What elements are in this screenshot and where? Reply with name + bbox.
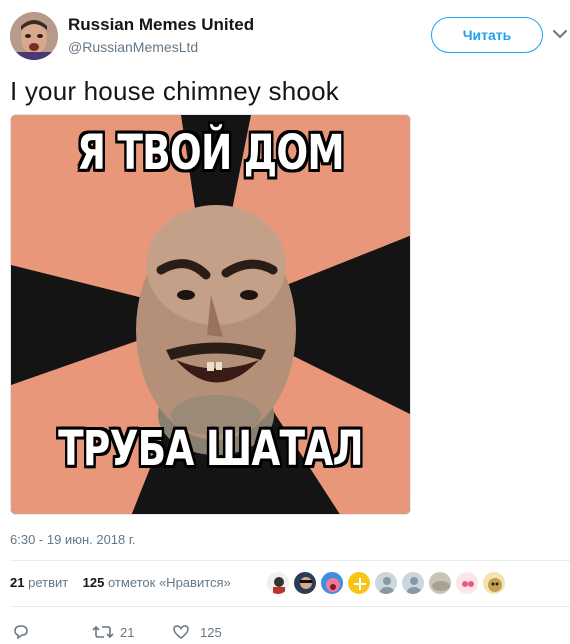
tweet-text: I your house chimney shook [10,76,339,106]
divider [10,560,570,561]
meme-top-text: Я ТВОЙ ДОМ [77,125,345,181]
account-handle[interactable]: @RussianMemesLtd [68,39,198,55]
account-name[interactable]: Russian Memes United [68,15,254,35]
tweet-image[interactable]: Я ТВОЙ ДОМ ТРУБА ШАТАЛ [10,114,411,515]
reply-button[interactable] [12,620,30,644]
reply-icon [14,625,28,640]
liker-avatar[interactable] [266,571,290,595]
liker-avatar[interactable] [293,571,317,595]
liker-avatar[interactable] [320,571,344,595]
retweet-count: 21 [120,624,135,640]
tweet-actions: 21 125 [10,620,570,644]
tweet-timestamp[interactable]: 6:30 - 19 июн. 2018 г. [10,532,136,547]
tweet-stats: 21 ретвит 125 отметок «Нравится» [10,575,231,590]
tweet-header: Russian Memes United @RussianMemesLtd Чи… [10,10,567,60]
like-count: 125 [200,624,222,640]
follow-button[interactable]: Читать [431,17,543,53]
liker-avatar[interactable] [374,571,398,595]
liker-avatar[interactable] [428,571,452,595]
retweet-stat[interactable]: 21 ретвит [10,575,68,590]
liker-avatar[interactable] [455,571,479,595]
liker-avatar[interactable] [347,571,371,595]
retweet-icon [92,625,114,639]
avatar[interactable] [10,12,58,60]
liker-avatar[interactable] [482,571,506,595]
divider [10,606,570,607]
heart-icon [173,625,189,639]
meme-bottom-text: ТРУБА ШАТАЛ [58,421,363,477]
chevron-down-icon[interactable] [550,24,570,44]
likes-stat[interactable]: 125 отметок «Нравится» [83,575,231,590]
liker-avatar[interactable] [401,571,425,595]
like-button[interactable]: 125 [172,620,222,644]
retweet-button[interactable]: 21 [92,620,134,644]
